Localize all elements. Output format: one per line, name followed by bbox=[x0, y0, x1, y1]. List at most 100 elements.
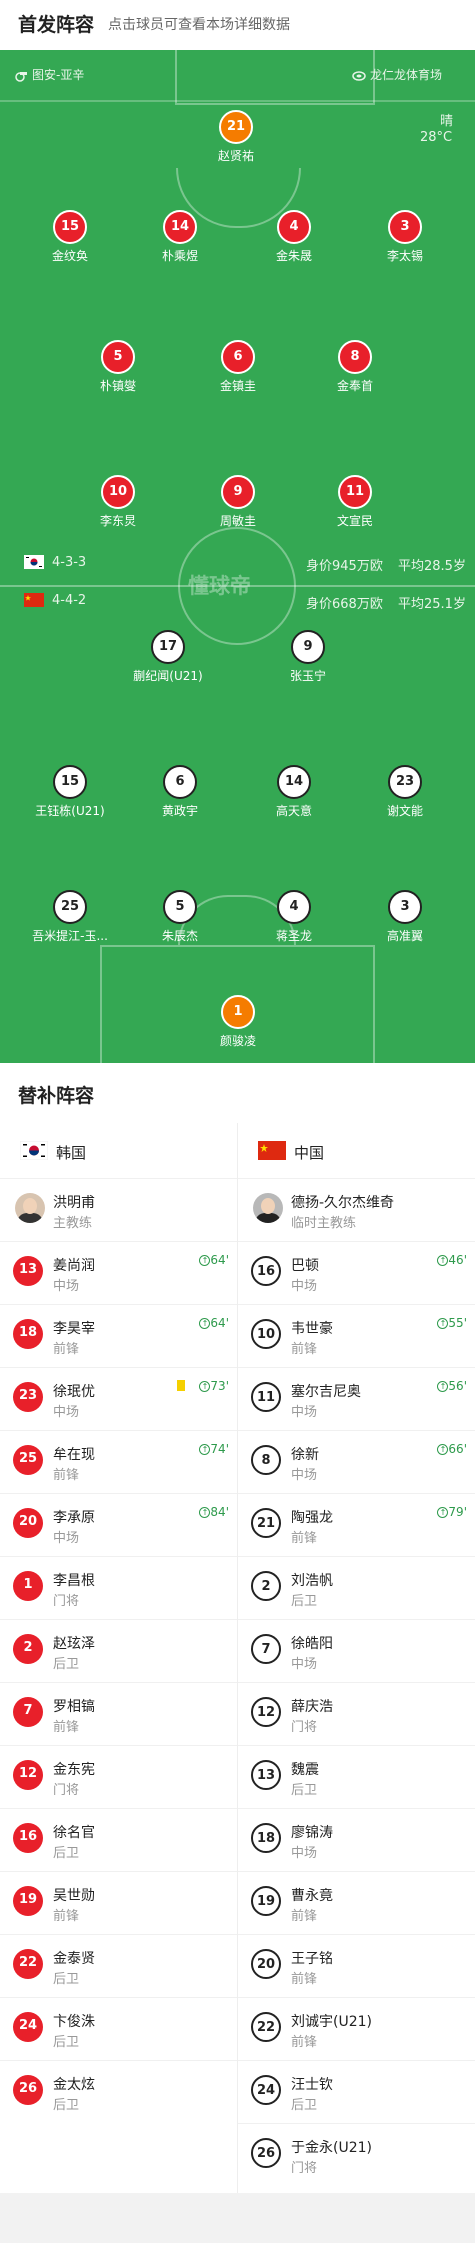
away-bench-player-row[interactable]: 26 于金永(U21) 门将 bbox=[238, 2123, 475, 2186]
home-player-6[interactable]: 5 朴镇燮 bbox=[63, 340, 173, 394]
away-player-10[interactable]: 3 高准翼 bbox=[350, 890, 460, 944]
korea-flag-icon bbox=[24, 555, 44, 569]
sub-in-minute: 79' bbox=[448, 1505, 467, 1519]
away-bench-player-row[interactable]: 20 王子铭 前锋 bbox=[238, 1934, 475, 1997]
home-player-7[interactable]: 6 金镇圭 bbox=[183, 340, 293, 394]
away-player-6[interactable]: 23 谢文能 bbox=[350, 765, 460, 819]
away-bench-player-row[interactable]: 16 巴顿 中场 ↑ 46' bbox=[238, 1241, 475, 1304]
away-coach-row[interactable]: 德扬-久尔杰维奇 临时主教练 bbox=[238, 1178, 475, 1241]
home-bench-player-row[interactable]: 7 罗相镐 前锋 bbox=[0, 1682, 237, 1745]
player-name: 谢文能 bbox=[386, 804, 423, 818]
player-name: 高准翼 bbox=[386, 929, 423, 943]
home-player-2[interactable]: 15 金纹奂 bbox=[15, 210, 125, 264]
away-player-5[interactable]: 14 高天意 bbox=[239, 765, 349, 819]
jersey-number: 9 bbox=[291, 630, 325, 664]
player-position: 后卫 bbox=[53, 2035, 80, 2050]
sub-in-arrow-icon: ↑ bbox=[199, 1444, 211, 1455]
player-name: 于金永(U21) bbox=[291, 2140, 372, 2156]
home-bench-player-row[interactable]: 20 李承原 中场 ↑ 84' bbox=[0, 1493, 237, 1556]
home-player-5[interactable]: 3 李太锡 bbox=[350, 210, 460, 264]
away-player-3[interactable]: 15 王钰栋(U21) bbox=[15, 765, 125, 819]
away-player-8[interactable]: 5 朱辰杰 bbox=[125, 890, 235, 944]
player-name: 颜骏凌 bbox=[219, 1034, 256, 1048]
player-name: 蒋圣龙 bbox=[275, 929, 312, 943]
home-bench-player-row[interactable]: 26 金太炫 后卫 bbox=[0, 2060, 237, 2123]
home-avg-age: 平均28.5岁 bbox=[398, 559, 466, 574]
away-bench-player-row[interactable]: 18 廖锦涛 中场 bbox=[238, 1808, 475, 1871]
home-player-3[interactable]: 14 朴乘煜 bbox=[125, 210, 235, 264]
away-bench-player-row[interactable]: 24 汪士钦 后卫 bbox=[238, 2060, 475, 2123]
player-name: 汪士钦 bbox=[291, 2077, 333, 2093]
jersey-number: 25 bbox=[53, 890, 87, 924]
jersey-number: 2 bbox=[251, 1571, 281, 1601]
player-position: 前锋 bbox=[291, 2035, 318, 2050]
away-bench-player-row[interactable]: 13 魏震 后卫 bbox=[238, 1745, 475, 1808]
player-position: 后卫 bbox=[53, 2098, 80, 2113]
player-name: 金泰贤 bbox=[53, 1951, 95, 1967]
away-bench-player-row[interactable]: 8 徐新 中场 ↑ 66' bbox=[238, 1430, 475, 1493]
away-bench-player-row[interactable]: 2 刘浩帆 后卫 bbox=[238, 1556, 475, 1619]
home-bench-player-row[interactable]: 12 金东宪 门将 bbox=[0, 1745, 237, 1808]
player-name: 徐珉优 bbox=[53, 1384, 95, 1400]
sub-in-time: ↑ 84' bbox=[199, 1505, 229, 1519]
home-bench-player-row[interactable]: 2 赵玹泽 后卫 bbox=[0, 1619, 237, 1682]
jersey-number: 9 bbox=[221, 475, 255, 509]
jersey-number: 17 bbox=[151, 630, 185, 664]
player-name: 薛庆浩 bbox=[291, 1699, 333, 1715]
home-player-11[interactable]: 11 文宣民 bbox=[300, 475, 410, 529]
away-bench-player-row[interactable]: 19 曹永竟 前锋 bbox=[238, 1871, 475, 1934]
jersey-number: 21 bbox=[219, 110, 253, 144]
away-player-2[interactable]: 9 张玉宁 bbox=[253, 630, 363, 684]
jersey-number: 25 bbox=[13, 1445, 43, 1475]
home-player-10[interactable]: 9 周敏圭 bbox=[183, 475, 293, 529]
jersey-number: 10 bbox=[101, 475, 135, 509]
away-bench-player-row[interactable]: 12 薛庆浩 门将 bbox=[238, 1682, 475, 1745]
bench-title: 替补阵容 bbox=[18, 1085, 95, 1107]
away-bench-player-row[interactable]: 7 徐皓阳 中场 bbox=[238, 1619, 475, 1682]
jersey-number: 1 bbox=[221, 995, 255, 1029]
away-player-1[interactable]: 17 蒯纪闻(U21) bbox=[113, 630, 223, 684]
home-bench-player-row[interactable]: 16 徐名官 后卫 bbox=[0, 1808, 237, 1871]
jersey-number: 3 bbox=[388, 210, 422, 244]
home-bench-player-row[interactable]: 24 卞俊洙 后卫 bbox=[0, 1997, 237, 2060]
home-bench-player-row[interactable]: 18 李昊宰 前锋 ↑ 64' bbox=[0, 1304, 237, 1367]
away-player-11[interactable]: 1 颜骏凌 bbox=[183, 995, 293, 1049]
jersey-number: 8 bbox=[251, 1445, 281, 1475]
player-name: 周敏圭 bbox=[219, 514, 256, 528]
home-bench-player-row[interactable]: 22 金泰贤 后卫 bbox=[0, 1934, 237, 1997]
away-bench-player-row[interactable]: 10 韦世豪 前锋 ↑ 55' bbox=[238, 1304, 475, 1367]
jersey-number: 21 bbox=[251, 1508, 281, 1538]
sub-in-minute: 73' bbox=[210, 1379, 229, 1393]
away-player-9[interactable]: 4 蒋圣龙 bbox=[239, 890, 349, 944]
home-player-8[interactable]: 8 金奉首 bbox=[300, 340, 410, 394]
home-bench-player-row[interactable]: 19 吴世勋 前锋 bbox=[0, 1871, 237, 1934]
home-bench-player-row[interactable]: 25 牟在现 前锋 ↑ 74' bbox=[0, 1430, 237, 1493]
sub-in-minute: 64' bbox=[210, 1253, 229, 1267]
venue-name: 龙仁龙体育场 bbox=[370, 68, 443, 82]
away-bench-column: 中国 德扬-久尔杰维奇 临时主教练 16 巴顿 中场 ↑ 46' 10 韦世豪 前锋 ↑ 55' 1… bbox=[238, 1123, 475, 2186]
home-player-4[interactable]: 4 金朱晟 bbox=[239, 210, 349, 264]
player-position: 后卫 bbox=[53, 1657, 80, 1672]
home-bench-player-row[interactable]: 13 姜尚润 中场 ↑ 64' bbox=[0, 1241, 237, 1304]
away-bench-player-row[interactable]: 11 塞尔吉尼奥 中场 ↑ 56' bbox=[238, 1367, 475, 1430]
away-bench-player-row[interactable]: 22 刘诚宇(U21) 前锋 bbox=[238, 1997, 475, 2060]
player-position: 门将 bbox=[291, 1720, 318, 1735]
jersey-number: 20 bbox=[251, 1949, 281, 1979]
home-bench-player-row[interactable]: 1 李昌根 门将 bbox=[0, 1556, 237, 1619]
home-player-1[interactable]: 21 赵贤祐 bbox=[181, 110, 291, 164]
away-team-row: 中国 bbox=[238, 1123, 475, 1178]
player-position: 中场 bbox=[291, 1405, 318, 1420]
player-name: 赵贤祐 bbox=[217, 149, 254, 163]
jersey-number: 19 bbox=[251, 1886, 281, 1916]
sub-in-minute: 46' bbox=[448, 1253, 467, 1267]
away-player-4[interactable]: 6 黄政宇 bbox=[125, 765, 235, 819]
home-player-9[interactable]: 10 李东炅 bbox=[63, 475, 173, 529]
home-coach-row[interactable]: 洪明甫 主教练 bbox=[0, 1178, 237, 1241]
player-name: 李昊宰 bbox=[53, 1321, 95, 1337]
player-name: 巴顿 bbox=[291, 1258, 319, 1274]
away-player-7[interactable]: 25 吾米提江-玉... bbox=[15, 890, 125, 944]
watermark: 懂球帝 bbox=[188, 574, 251, 598]
home-bench-player-row[interactable]: 23 徐珉优 中场 ↑ 73' bbox=[0, 1367, 237, 1430]
player-name: 牟在现 bbox=[53, 1447, 95, 1463]
away-bench-player-row[interactable]: 21 陶强龙 前锋 ↑ 79' bbox=[238, 1493, 475, 1556]
